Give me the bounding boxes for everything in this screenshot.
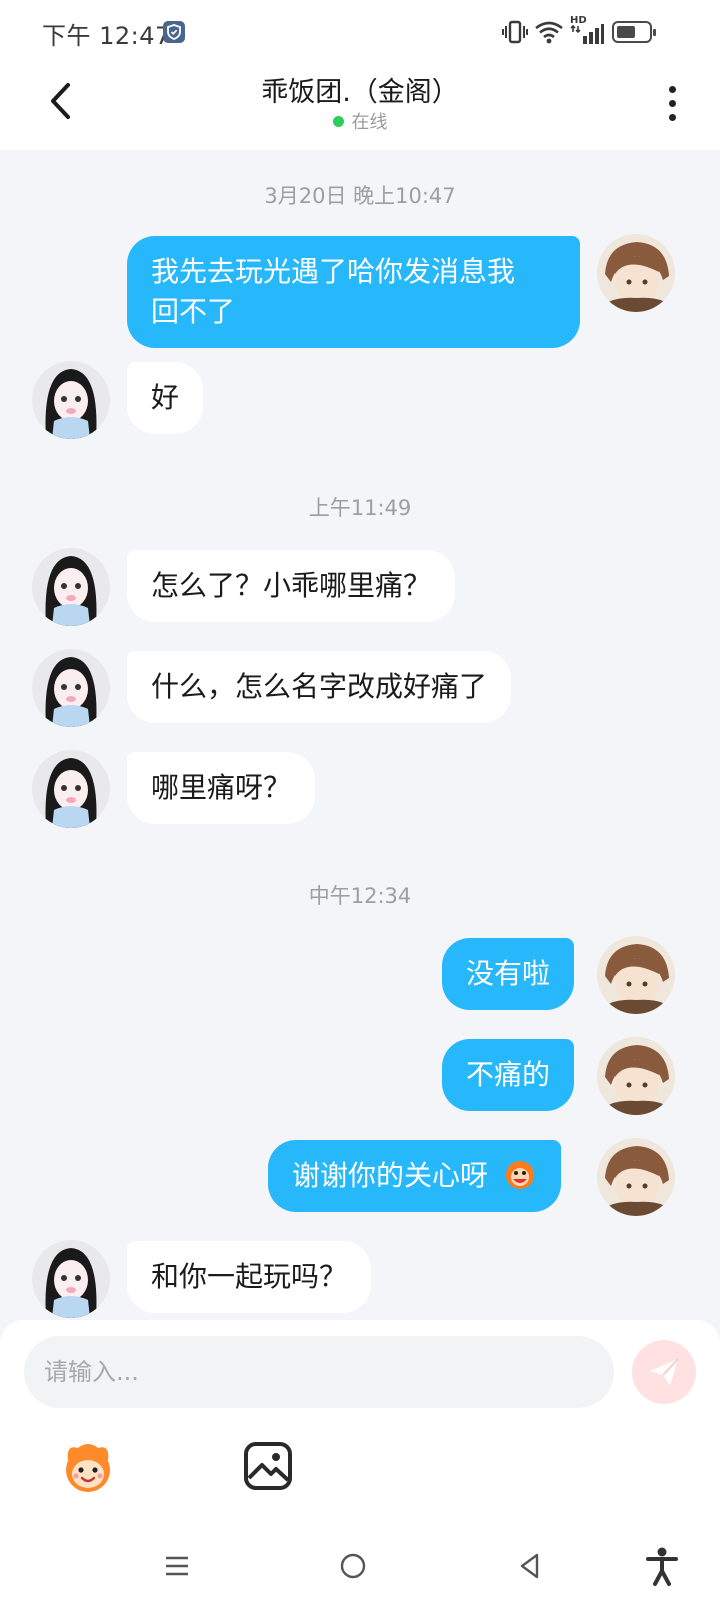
contact-name: 乖饭团.（金阁） <box>261 77 459 108</box>
online-status: 在线 <box>0 108 720 134</box>
menu-icon <box>166 1556 188 1576</box>
message-bubble-received[interactable]: 怎么了？小乖哪里痛？ <box>127 550 456 622</box>
wifi-icon <box>535 21 563 44</box>
message-text: 回不了 <box>151 295 236 328</box>
message-text: 和你一起玩吗？ <box>151 1260 348 1293</box>
send-button[interactable] <box>632 1340 696 1404</box>
timestamp: 3月20日 晚上10:47 <box>264 184 456 208</box>
timestamp: 上午11:49 <box>308 496 412 520</box>
message-bubble-received[interactable]: 什么，怎么名字改成好痛了 <box>127 651 512 723</box>
message-list[interactable]: 3月20日 晚上10:47 我先去玩光遇了哈你发消息我 回不了 好 上午11:4… <box>0 150 720 1320</box>
message-input[interactable] <box>24 1336 614 1408</box>
message-text: 怎么了？小乖哪里痛？ <box>151 569 432 602</box>
emoji-button[interactable] <box>58 1438 118 1498</box>
message-bubble-received[interactable]: 好 <box>127 362 204 434</box>
chat-header: 乖饭团.（金阁） 在线 <box>0 64 720 150</box>
image-button[interactable] <box>240 1438 298 1496</box>
message-text: 没有啦 <box>466 957 551 990</box>
send-icon <box>650 1358 679 1386</box>
contact-avatar[interactable] <box>32 1240 110 1318</box>
back-triangle-icon <box>520 1553 539 1579</box>
online-status-label: 在线 <box>351 112 388 133</box>
message-bubble-received[interactable]: 哪里痛呀？ <box>127 752 316 824</box>
home-icon <box>340 1553 366 1579</box>
sticker-emoji-icon <box>505 1161 534 1189</box>
my-avatar[interactable] <box>597 1138 675 1216</box>
my-avatar[interactable] <box>597 1037 675 1115</box>
vibrate-icon <box>502 20 528 44</box>
message-bubble-sent[interactable]: 谢谢你的关心呀 <box>268 1140 561 1212</box>
message-text: 哪里痛呀？ <box>151 771 292 804</box>
status-time: 下午 12:47 <box>42 22 171 50</box>
more-vertical-icon <box>668 85 676 93</box>
image-icon <box>244 1442 292 1490</box>
nav-menu-button[interactable] <box>149 1538 205 1594</box>
contact-avatar[interactable] <box>32 548 110 626</box>
signal-icon <box>570 24 604 44</box>
message-text: 谢谢你的关心呀 <box>292 1159 489 1192</box>
chat-screen: 下午 12:47 HD 乖饭团.（金阁） 在线 3月20日 晚上10:47 我先… <box>0 0 720 1600</box>
message-text: 我先去玩光遇了哈你发消息我 <box>151 255 516 288</box>
shield-icon <box>163 21 185 43</box>
my-avatar[interactable] <box>597 936 675 1014</box>
nav-back-button[interactable] <box>502 1538 558 1594</box>
emoji-mascot-icon <box>66 1444 110 1492</box>
contact-avatar[interactable] <box>32 361 110 439</box>
message-text: 好 <box>151 381 180 414</box>
message-input-container[interactable] <box>24 1336 614 1408</box>
message-bubble-sent[interactable]: 没有啦 <box>442 938 575 1010</box>
online-dot-icon <box>332 116 344 127</box>
accessibility-icon <box>646 1547 678 1586</box>
message-text: 什么，怎么名字改成好痛了 <box>151 670 488 703</box>
message-bubble-received[interactable]: 和你一起玩吗？ <box>127 1241 372 1313</box>
my-avatar[interactable] <box>597 234 675 312</box>
message-bubble-sent[interactable]: 不痛的 <box>442 1039 575 1111</box>
nav-home-button[interactable] <box>325 1538 381 1594</box>
contact-avatar[interactable] <box>32 649 110 727</box>
system-nav-bar <box>0 1530 720 1600</box>
message-bubble-sent[interactable]: 我先去玩光遇了哈你发消息我 回不了 <box>127 236 580 348</box>
battery-icon <box>612 21 656 43</box>
nav-accessibility-button[interactable] <box>634 1538 690 1594</box>
message-text: 不痛的 <box>466 1058 551 1091</box>
more-options-button[interactable] <box>652 78 692 128</box>
timestamp: 中午12:34 <box>308 884 412 908</box>
contact-avatar[interactable] <box>32 750 110 828</box>
status-bar: 下午 12:47 HD <box>0 0 720 64</box>
